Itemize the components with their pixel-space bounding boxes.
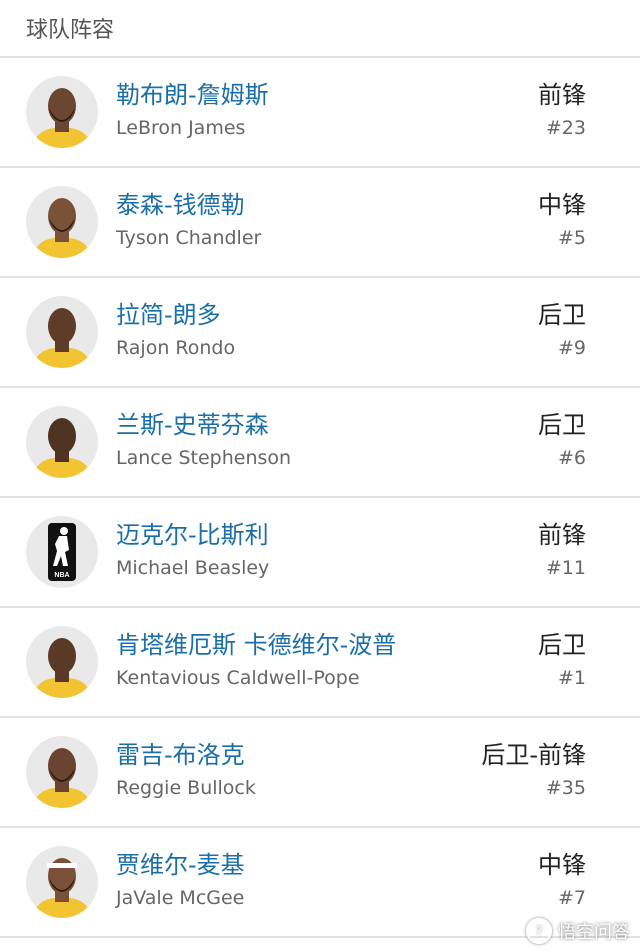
section-header: 球队阵容 bbox=[0, 0, 640, 58]
player-number: #7 bbox=[557, 887, 586, 909]
player-photo[interactable] bbox=[26, 76, 98, 148]
player-position: 中锋 bbox=[538, 191, 586, 219]
player-name-cn[interactable]: 雷吉-布洛克 bbox=[116, 740, 256, 770]
player-name-en: Tyson Chandler bbox=[116, 227, 262, 249]
player-name-en: JaVale McGee bbox=[116, 887, 245, 909]
player-name-cn[interactable]: 拉简-朗多 bbox=[116, 300, 235, 330]
player-row[interactable]: 雷吉-布洛克 Reggie Bullock 后卫-前锋 #35 bbox=[0, 718, 640, 828]
player-number: #11 bbox=[545, 557, 586, 579]
player-number: #1 bbox=[557, 667, 586, 689]
player-name-cn[interactable]: 泰森-钱德勒 bbox=[116, 190, 261, 220]
player-position: 后卫 bbox=[538, 301, 586, 329]
player-row[interactable]: 拉简-朗多 Rajon Rondo 后卫 #9 bbox=[0, 278, 640, 388]
player-position: 前锋 bbox=[538, 81, 586, 109]
player-number: #23 bbox=[545, 117, 586, 139]
player-position: 后卫 bbox=[538, 631, 586, 659]
player-position: 前锋 bbox=[538, 521, 586, 549]
player-position: 后卫-前锋 bbox=[481, 741, 586, 769]
player-name-en: Kentavious Caldwell-Pope bbox=[116, 667, 360, 689]
section-title: 球队阵容 bbox=[26, 18, 115, 43]
player-name-cn[interactable]: 迈克尔-比斯利 bbox=[116, 520, 269, 550]
player-name-cn[interactable]: 贾维尔-麦基 bbox=[116, 850, 245, 880]
player-name-cn[interactable]: 兰斯-史蒂芬森 bbox=[116, 410, 291, 440]
question-icon: ? bbox=[526, 918, 552, 944]
player-name-en: LeBron James bbox=[116, 117, 246, 139]
player-photo[interactable] bbox=[26, 296, 98, 368]
player-row[interactable]: NBA 迈克尔-比斯利 Michael Beasley 前锋 #11 bbox=[0, 498, 640, 608]
player-name-en: Rajon Rondo bbox=[116, 337, 236, 359]
player-photo[interactable] bbox=[26, 846, 98, 918]
player-name-cn[interactable]: 勒布朗-詹姆斯 bbox=[116, 80, 269, 110]
player-photo[interactable] bbox=[26, 736, 98, 808]
svg-text:NBA: NBA bbox=[54, 572, 69, 579]
roster-list: 勒布朗-詹姆斯 LeBron James 前锋 #23 泰森-钱德勒 Tyson… bbox=[0, 58, 640, 938]
player-photo[interactable] bbox=[26, 406, 98, 478]
player-photo[interactable] bbox=[26, 626, 98, 698]
player-photo[interactable] bbox=[26, 186, 98, 258]
player-number: #6 bbox=[557, 447, 586, 469]
player-number: #5 bbox=[557, 227, 586, 249]
player-row[interactable]: 兰斯-史蒂芬森 Lance Stephenson 后卫 #6 bbox=[0, 388, 640, 498]
player-name-en: Lance Stephenson bbox=[116, 447, 292, 469]
player-position: 中锋 bbox=[538, 851, 586, 879]
player-name-en: Michael Beasley bbox=[116, 557, 270, 579]
player-row[interactable]: 肯塔维厄斯 卡德维尔-波普 Kentavious Caldwell-Pope 后… bbox=[0, 608, 640, 718]
player-position: 后卫 bbox=[538, 411, 586, 439]
nba-logo-icon[interactable]: NBA bbox=[26, 516, 98, 588]
player-row[interactable]: 泰森-钱德勒 Tyson Chandler 中锋 #5 bbox=[0, 168, 640, 278]
watermark: ? 悟空问答 bbox=[526, 918, 630, 944]
player-number: #9 bbox=[557, 337, 586, 359]
player-row[interactable]: 勒布朗-詹姆斯 LeBron James 前锋 #23 bbox=[0, 58, 640, 168]
player-name-en: Reggie Bullock bbox=[116, 777, 256, 799]
watermark-text: 悟空问答 bbox=[558, 922, 630, 943]
player-name-cn[interactable]: 肯塔维厄斯 卡德维尔-波普 bbox=[116, 630, 396, 660]
player-number: #35 bbox=[545, 777, 586, 799]
